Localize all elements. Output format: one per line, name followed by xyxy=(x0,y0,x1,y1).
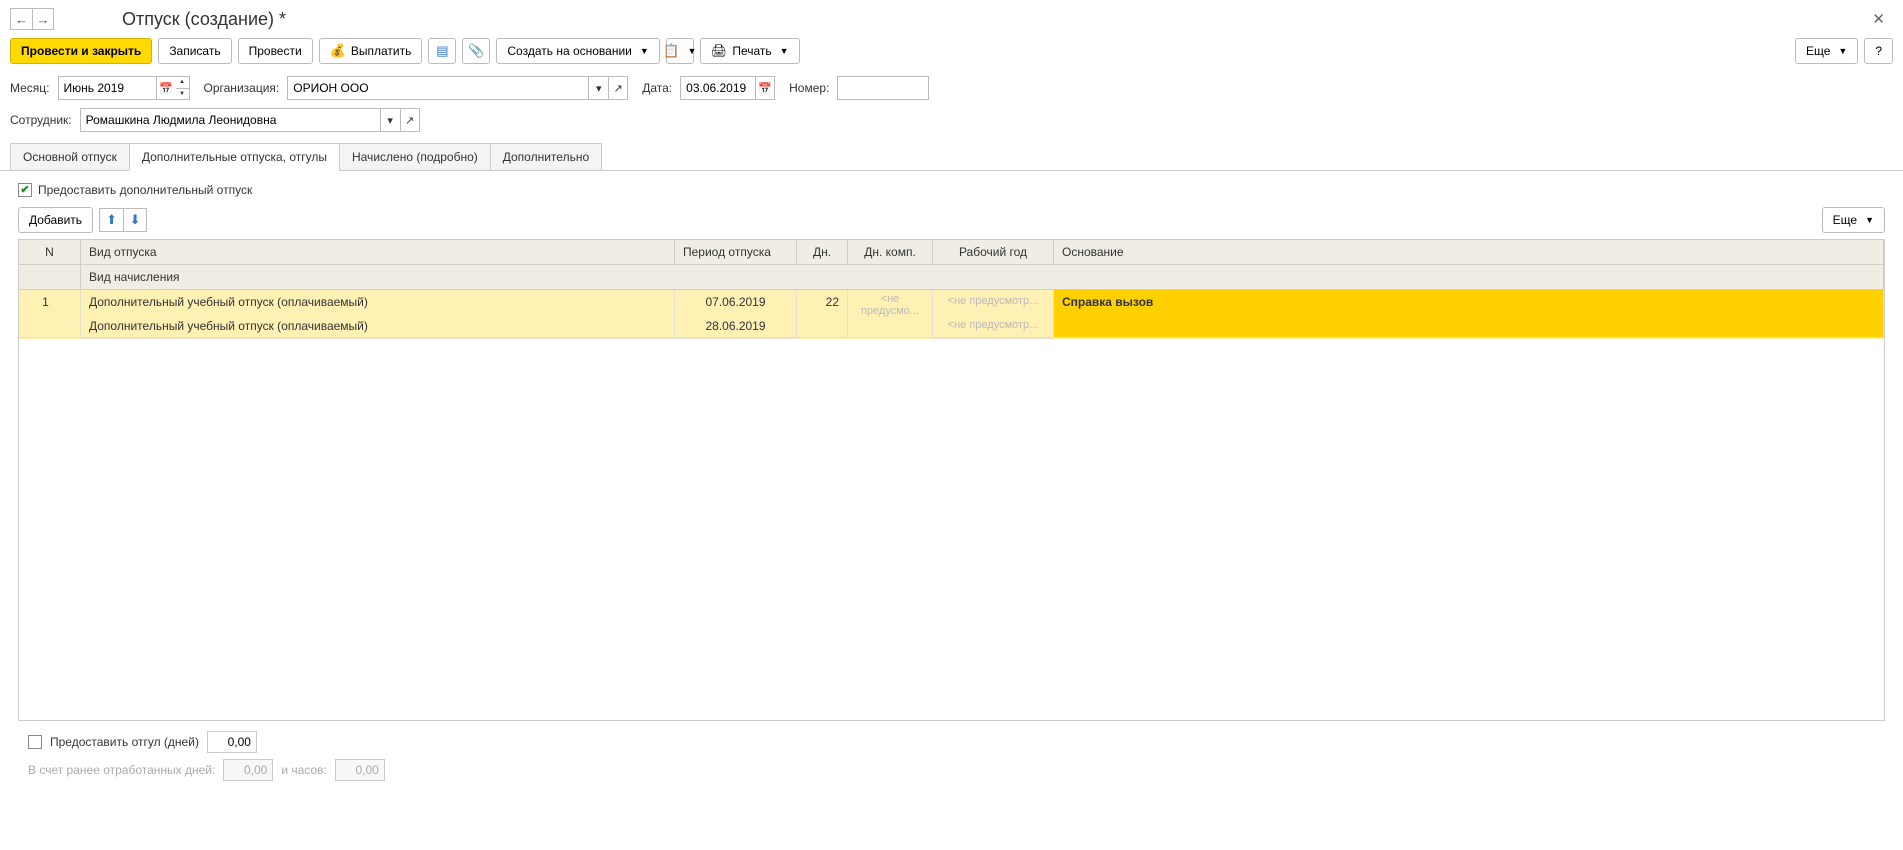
spinner-down-icon: ▼ xyxy=(176,89,189,100)
cell-n[interactable]: 1 xyxy=(19,290,81,338)
org-dropdown-button[interactable]: ▾ xyxy=(588,76,608,100)
org-open-button[interactable] xyxy=(608,76,628,100)
add-button[interactable]: Добавить xyxy=(18,207,93,233)
create-based-button[interactable]: Создать на основании ▼ xyxy=(496,38,659,64)
save-button[interactable]: Записать xyxy=(158,38,231,64)
vacations-grid: N Вид отпуска Период отпуска Дн. Дн. ком… xyxy=(18,239,1885,721)
provide-additional-checkbox[interactable] xyxy=(18,183,32,197)
cell-calc-type[interactable]: Дополнительный учебный отпуск (оплачивае… xyxy=(81,314,675,339)
tab-additional[interactable]: Дополнительные отпуска, отгулы xyxy=(129,143,340,171)
prev-days-label: В счет ранее отработанных дней: xyxy=(28,763,215,777)
table-toolbar: Добавить ⬆ ⬇ Еще ▼ xyxy=(10,201,1893,239)
copy-button[interactable]: ▼ xyxy=(666,38,694,64)
employee-open-button[interactable] xyxy=(400,108,420,132)
col-n-header[interactable]: N xyxy=(19,240,81,264)
bottom-panel: Предоставить отгул (дней) В счет ранее о… xyxy=(10,721,1893,791)
open-icon xyxy=(614,82,623,95)
employee-input[interactable] xyxy=(80,108,380,132)
open-icon xyxy=(405,114,414,127)
month-input[interactable] xyxy=(58,76,156,100)
additional-panel: Предоставить дополнительный отпуск Добав… xyxy=(0,171,1903,799)
print-icon xyxy=(711,43,728,59)
form-row-1: Месяц: ▲▼ Организация: ▾ Дата: Номер: xyxy=(0,74,1903,102)
timeoff-label: Предоставить отгул (дней) xyxy=(50,735,199,749)
attach-icon xyxy=(468,43,484,59)
form-row-2: Сотрудник: ▾ xyxy=(0,106,1903,134)
tab-bar: Основной отпуск Дополнительные отпуска, … xyxy=(0,134,1903,171)
hours-label: и часов: xyxy=(281,763,326,777)
list-icon xyxy=(436,43,448,59)
employee-label: Сотрудник: xyxy=(10,113,72,127)
tab-accrued[interactable]: Начислено (подробно) xyxy=(339,143,491,171)
col-period-header[interactable]: Период отпуска xyxy=(675,240,797,264)
col-base-header[interactable]: Основание xyxy=(1054,240,1884,264)
chevron-down-icon: ▼ xyxy=(640,46,649,56)
print-button[interactable]: Печать ▼ xyxy=(700,38,800,64)
nav-group: ← → xyxy=(10,8,54,30)
pay-label: Выплатить xyxy=(351,44,412,58)
col-n-header2 xyxy=(19,265,81,289)
cell-period-to[interactable]: 28.06.2019 xyxy=(675,314,797,339)
more-button[interactable]: Еще ▼ xyxy=(1795,38,1858,64)
date-calendar-button[interactable] xyxy=(755,76,775,100)
close-icon[interactable]: ✕ xyxy=(1864,10,1893,28)
move-down-button[interactable]: ⬇ xyxy=(123,208,147,232)
col-days-header[interactable]: Дн. xyxy=(797,240,848,264)
tab-extra[interactable]: Дополнительно xyxy=(490,143,602,171)
month-label: Месяц: xyxy=(10,81,50,95)
money-icon xyxy=(330,43,346,59)
col-comp-header[interactable]: Дн. комп. xyxy=(848,240,933,264)
number-label: Номер: xyxy=(789,81,829,95)
cell-year2[interactable]: <не предусмотр... xyxy=(933,314,1054,339)
date-label: Дата: xyxy=(642,81,672,95)
attach-button[interactable] xyxy=(462,38,490,64)
help-button[interactable]: ? xyxy=(1864,38,1893,64)
hours-input xyxy=(335,759,385,781)
provide-additional-row: Предоставить дополнительный отпуск xyxy=(10,179,1893,201)
command-toolbar: Провести и закрыть Записать Провести Вып… xyxy=(0,38,1903,74)
chevron-down-icon: ▼ xyxy=(1838,46,1847,56)
tab-main[interactable]: Основной отпуск xyxy=(10,143,130,171)
col-type-header[interactable]: Вид отпуска xyxy=(81,240,675,264)
prev-days-input xyxy=(223,759,273,781)
chevron-down-icon: ▼ xyxy=(687,46,696,56)
number-input[interactable] xyxy=(837,76,929,100)
forward-button[interactable]: → xyxy=(32,8,54,30)
col-year-header[interactable]: Рабочий год xyxy=(933,240,1054,264)
table-more-button[interactable]: Еще ▼ xyxy=(1822,207,1885,233)
table-more-label: Еще xyxy=(1833,213,1857,227)
timeoff-checkbox[interactable] xyxy=(28,735,42,749)
pay-button[interactable]: Выплатить xyxy=(319,38,423,64)
list-button[interactable] xyxy=(428,38,456,64)
calendar-icon xyxy=(159,82,173,95)
org-input[interactable] xyxy=(287,76,588,100)
post-close-button[interactable]: Провести и закрыть xyxy=(10,38,152,64)
grid-header: N Вид отпуска Период отпуска Дн. Дн. ком… xyxy=(19,240,1884,290)
create-based-label: Создать на основании xyxy=(507,44,632,58)
timeoff-row: Предоставить отгул (дней) xyxy=(28,731,1875,753)
page-title: Отпуск (создание) * xyxy=(122,9,286,30)
more-label: Еще xyxy=(1806,44,1830,58)
grid-body[interactable]: 1 Дополнительный учебный отпуск (оплачив… xyxy=(19,290,1884,720)
calendar-icon xyxy=(758,82,772,95)
col-calc-type-header[interactable]: Вид начисления xyxy=(81,265,1884,289)
date-input[interactable] xyxy=(680,76,755,100)
spinner-up-icon: ▲ xyxy=(176,77,189,89)
prev-days-row: В счет ранее отработанных дней: и часов: xyxy=(28,759,1875,781)
copy-icon xyxy=(663,43,679,59)
header-bar: ← → Отпуск (создание) * ✕ xyxy=(0,0,1903,38)
month-calendar-button[interactable] xyxy=(156,76,176,100)
print-label: Печать xyxy=(732,44,771,58)
chevron-down-icon: ▼ xyxy=(780,46,789,56)
post-button[interactable]: Провести xyxy=(238,38,313,64)
provide-additional-label: Предоставить дополнительный отпуск xyxy=(38,183,252,197)
month-spinner[interactable]: ▲▼ xyxy=(176,76,190,100)
org-label: Организация: xyxy=(204,81,280,95)
chevron-down-icon: ▼ xyxy=(1865,215,1874,225)
table-row[interactable]: 1 Дополнительный учебный отпуск (оплачив… xyxy=(19,290,1884,339)
timeoff-days-input[interactable] xyxy=(207,731,257,753)
back-button[interactable]: ← xyxy=(10,8,32,30)
employee-dropdown-button[interactable]: ▾ xyxy=(380,108,400,132)
move-up-button[interactable]: ⬆ xyxy=(99,208,123,232)
